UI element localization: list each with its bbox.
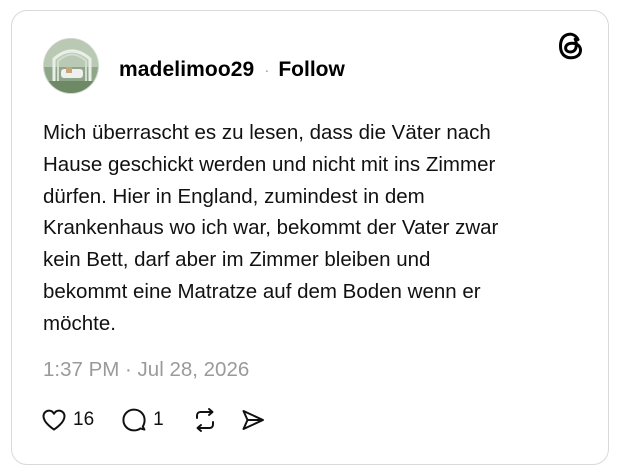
- comment-bubble-icon: [122, 408, 146, 432]
- share-button[interactable]: [240, 407, 266, 433]
- threads-post-card: madelimoo29 · Follow Mich überrascht es …: [11, 10, 609, 465]
- action-bar: 16 1: [41, 405, 266, 435]
- repost-icon: [195, 408, 214, 432]
- post-text-line: Mich überrascht es zu lesen, dass die Vä…: [43, 121, 491, 144]
- post-body: Mich überrascht es zu lesen, dass die Vä…: [43, 117, 588, 340]
- post-text-line: bekommt eine Matratze auf dem Boden wenn…: [43, 279, 481, 303]
- avatar[interactable]: [43, 38, 99, 94]
- repost-button[interactable]: [192, 407, 218, 433]
- post-timestamp[interactable]: 1:37 PM · Jul 28, 2026: [43, 358, 249, 382]
- separator-dot: ·: [264, 61, 270, 79]
- username-link[interactable]: madelimoo29: [119, 58, 254, 82]
- like-button[interactable]: 16: [41, 408, 94, 432]
- threads-logo-icon[interactable]: [557, 31, 585, 61]
- post-text-line: Hause geschickt werden und nicht mit ins…: [43, 152, 496, 176]
- reply-button[interactable]: 1: [121, 407, 164, 433]
- like-count: 16: [73, 409, 95, 430]
- send-icon: [242, 410, 264, 430]
- post-text-line: Krankenhaus wo ich war, bekommt der Vate…: [43, 216, 499, 240]
- avatar-image: [44, 39, 98, 93]
- post-text-line: dürfen. Hier in England, zumindest in de…: [43, 184, 425, 208]
- post-text-line: möchte.: [43, 311, 116, 335]
- reply-count: 1: [153, 409, 164, 430]
- post-header: madelimoo29 · Follow: [119, 55, 345, 85]
- post-text-line: kein Bett, darf aber im Zimmer bleiben u…: [43, 248, 431, 272]
- follow-button[interactable]: Follow: [278, 58, 345, 82]
- heart-icon: [42, 409, 66, 431]
